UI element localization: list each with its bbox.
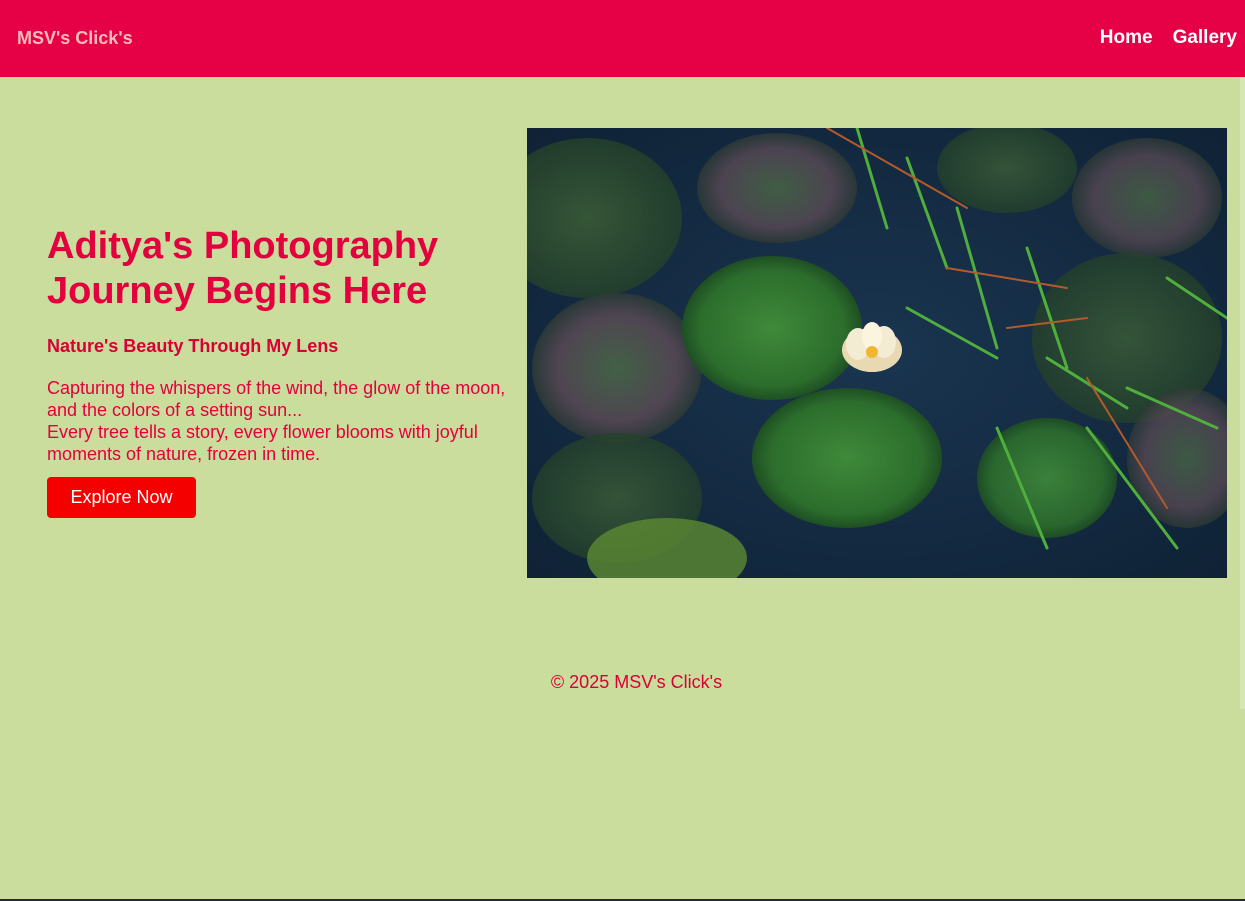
hero-text-block: Aditya's Photography Journey Begins Here…	[47, 224, 522, 518]
nav-link-gallery[interactable]: Gallery	[1173, 27, 1237, 49]
brand-logo-text[interactable]: MSV's Click's	[17, 27, 133, 49]
nav-link-home[interactable]: Home	[1100, 27, 1153, 49]
explore-now-button[interactable]: Explore Now	[47, 477, 196, 518]
water-lily-pond-photo	[527, 128, 1227, 578]
hero-title: Aditya's Photography Journey Begins Here	[47, 224, 522, 314]
hero-title-line2: Journey Begins Here	[47, 270, 428, 312]
hero-description-line1: Capturing the whispers of the wind, the …	[47, 378, 506, 420]
hero-title-line1: Aditya's Photography	[47, 225, 439, 267]
page-edge-strip	[1240, 77, 1245, 709]
nav-links: Home Gallery	[1100, 27, 1237, 49]
hero-description-line2: Every tree tells a story, every flower b…	[47, 422, 478, 464]
hero-description: Capturing the whispers of the wind, the …	[47, 377, 522, 465]
hero-subtitle: Nature's Beauty Through My Lens	[47, 336, 339, 356]
navbar: MSV's Click's Home Gallery	[0, 0, 1245, 77]
footer-copyright: © 2025 MSV's Click's	[550, 672, 723, 692]
